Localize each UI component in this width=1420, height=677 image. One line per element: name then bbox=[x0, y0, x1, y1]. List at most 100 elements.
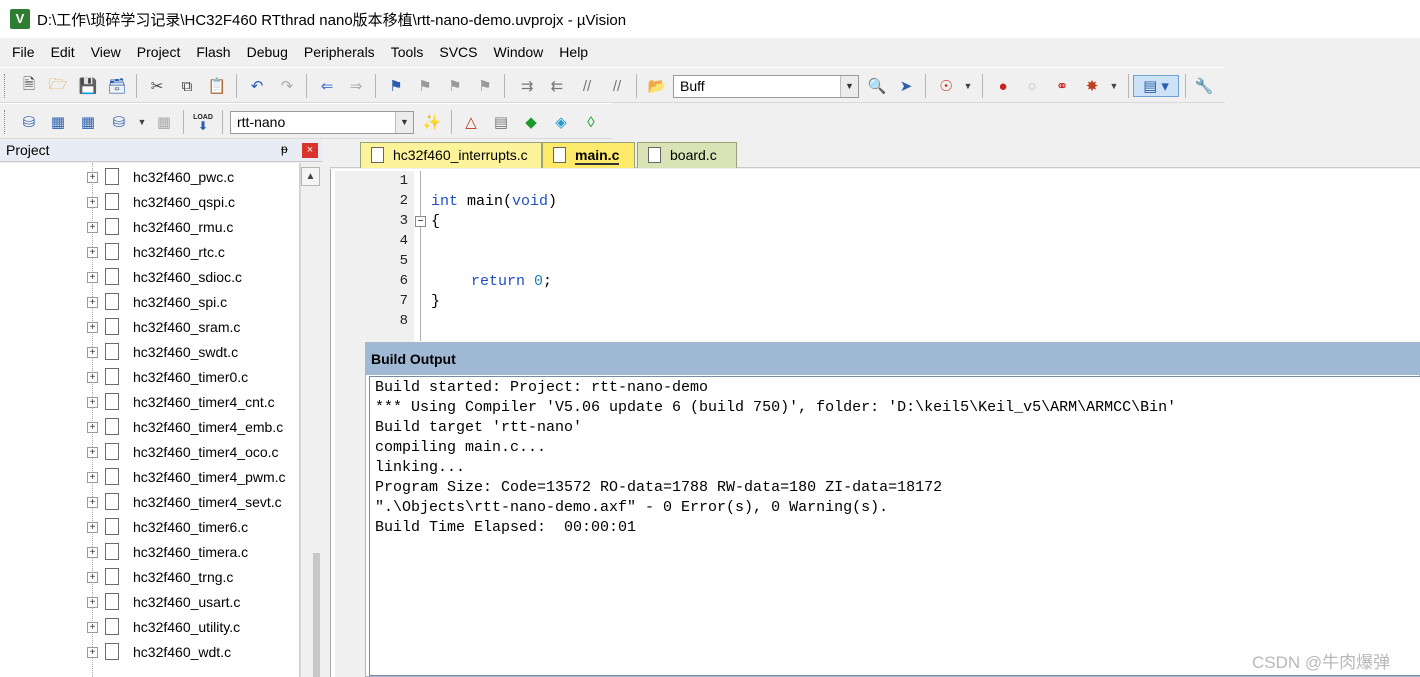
translate-icon[interactable]: ⛁ bbox=[18, 111, 40, 133]
tree-file-item[interactable]: + hc32f460_timer6.c bbox=[0, 515, 299, 540]
chevron-down-icon[interactable]: ▼ bbox=[131, 111, 153, 133]
tab-board[interactable]: board.c bbox=[637, 142, 737, 168]
expand-icon[interactable]: + bbox=[87, 247, 98, 258]
incremental-find-icon[interactable]: ➤ bbox=[895, 75, 917, 97]
manage-run-time-icon[interactable]: ◈ bbox=[550, 111, 572, 133]
prev-bookmark-icon[interactable]: ⚑ bbox=[414, 75, 436, 97]
cut-icon[interactable]: ✂ bbox=[146, 75, 168, 97]
build-output-header[interactable]: Build Output bbox=[366, 343, 1420, 375]
build-icon[interactable]: ▦ bbox=[47, 111, 69, 133]
disable-breakpoint-icon[interactable]: ○ bbox=[1021, 75, 1043, 97]
batch-build-icon[interactable]: ⛁ bbox=[108, 111, 130, 133]
expand-icon[interactable]: + bbox=[87, 647, 98, 658]
menu-project[interactable]: Project bbox=[129, 38, 189, 66]
tree-file-item[interactable]: + hc32f460_timer4_sevt.c bbox=[0, 490, 299, 515]
expand-icon[interactable]: + bbox=[87, 472, 98, 483]
indent-icon[interactable]: ⇉ bbox=[516, 75, 538, 97]
tree-file-item[interactable]: + hc32f460_spi.c bbox=[0, 290, 299, 315]
project-scrollbar[interactable]: ▲ bbox=[300, 163, 321, 677]
tree-file-item[interactable]: + hc32f460_qspi.c bbox=[0, 190, 299, 215]
expand-icon[interactable]: + bbox=[87, 547, 98, 558]
find-icon[interactable]: 🔍 bbox=[866, 75, 888, 97]
pack-installer-icon[interactable]: ◊ bbox=[580, 111, 602, 133]
expand-icon[interactable]: + bbox=[87, 197, 98, 208]
menu-peripherals[interactable]: Peripherals bbox=[296, 38, 383, 66]
chevron-down-icon[interactable]: ▼ bbox=[957, 75, 979, 97]
breakpoint-icon[interactable]: ● bbox=[992, 75, 1014, 97]
tree-file-item[interactable]: + hc32f460_timer4_oco.c bbox=[0, 440, 299, 465]
tab-hc32f460-interrupts[interactable]: hc32f460_interrupts.c bbox=[360, 142, 542, 168]
expand-icon[interactable]: + bbox=[87, 497, 98, 508]
tree-file-item[interactable]: + hc32f460_timer4_cnt.c bbox=[0, 390, 299, 415]
save-icon[interactable]: 💾 bbox=[77, 75, 99, 97]
menu-flash[interactable]: Flash bbox=[188, 38, 238, 66]
tree-file-item[interactable]: + hc32f460_utility.c bbox=[0, 615, 299, 640]
tree-file-item[interactable]: + hc32f460_trng.c bbox=[0, 565, 299, 590]
manage-components-icon[interactable]: △ bbox=[460, 111, 482, 133]
expand-icon[interactable]: + bbox=[87, 172, 98, 183]
file-extensions-icon[interactable]: ▤ bbox=[490, 111, 512, 133]
tree-file-item[interactable]: + hc32f460_rmu.c bbox=[0, 215, 299, 240]
kill-breakpoints-icon[interactable]: ✸ bbox=[1081, 75, 1103, 97]
save-all-icon[interactable]: 🗃 bbox=[106, 75, 128, 97]
debug-session-icon[interactable]: ☉ bbox=[935, 75, 957, 97]
comment-icon[interactable]: // bbox=[576, 75, 598, 97]
expand-icon[interactable]: + bbox=[87, 272, 98, 283]
target-select[interactable]: rtt-nano ▼ bbox=[230, 111, 414, 134]
expand-icon[interactable]: + bbox=[87, 597, 98, 608]
undo-icon[interactable]: ↶ bbox=[246, 75, 268, 97]
chevron-down-icon[interactable]: ▼ bbox=[840, 76, 858, 97]
toolbar-grip[interactable] bbox=[4, 110, 7, 134]
tree-file-item[interactable]: + hc32f460_wdt.c bbox=[0, 640, 299, 665]
redo-icon[interactable]: ↷ bbox=[276, 75, 298, 97]
close-icon[interactable]: × bbox=[302, 143, 318, 158]
new-file-icon[interactable]: 🗎 bbox=[18, 75, 40, 97]
clear-bookmarks-icon[interactable]: ⚑ bbox=[474, 75, 496, 97]
expand-icon[interactable]: + bbox=[87, 522, 98, 533]
select-software-packs-icon[interactable]: ◆ bbox=[520, 111, 542, 133]
scroll-up-icon[interactable]: ▲ bbox=[301, 167, 320, 186]
build-output-text[interactable]: Build started: Project: rtt-nano-demo **… bbox=[369, 376, 1420, 676]
menu-file[interactable]: File bbox=[4, 38, 43, 66]
menu-help[interactable]: Help bbox=[551, 38, 596, 66]
tree-file-item[interactable]: + hc32f460_timer0.c bbox=[0, 365, 299, 390]
chevron-down-icon[interactable]: ▼ bbox=[1103, 75, 1125, 97]
stop-build-icon[interactable]: ▦ bbox=[153, 111, 175, 133]
rebuild-icon[interactable]: ▦ bbox=[77, 111, 99, 133]
tree-file-item[interactable]: + hc32f460_swdt.c bbox=[0, 340, 299, 365]
menu-debug[interactable]: Debug bbox=[239, 38, 296, 66]
collapse-icon[interactable]: − bbox=[415, 216, 426, 227]
copy-icon[interactable]: ⧉ bbox=[176, 75, 198, 97]
toolbar-grip[interactable] bbox=[4, 74, 7, 98]
tree-file-item[interactable]: + hc32f460_timera.c bbox=[0, 540, 299, 565]
expand-icon[interactable]: + bbox=[87, 572, 98, 583]
target-options-icon[interactable]: ✨ bbox=[421, 111, 443, 133]
menu-window[interactable]: Window bbox=[486, 38, 552, 66]
tree-file-item[interactable]: + hc32f460_pwc.c bbox=[0, 165, 299, 190]
open-folder-icon[interactable]: 🗁 bbox=[47, 75, 69, 97]
tree-file-item[interactable]: + hc32f460_timer4_pwm.c bbox=[0, 465, 299, 490]
tab-main[interactable]: main.c bbox=[542, 142, 635, 168]
expand-icon[interactable]: + bbox=[87, 297, 98, 308]
paste-icon[interactable]: 📋 bbox=[206, 75, 228, 97]
menu-view[interactable]: View bbox=[83, 38, 129, 66]
tree-file-item[interactable]: + hc32f460_sram.c bbox=[0, 315, 299, 340]
tree-file-item[interactable]: + hc32f460_timer4_emb.c bbox=[0, 415, 299, 440]
pin-icon[interactable]: ᵽ bbox=[281, 142, 288, 156]
expand-icon[interactable]: + bbox=[87, 447, 98, 458]
menu-svcs[interactable]: SVCS bbox=[431, 38, 485, 66]
uncomment-icon[interactable]: // bbox=[606, 75, 628, 97]
nav-forward-icon[interactable]: ⇒ bbox=[345, 75, 367, 97]
project-tree[interactable]: + hc32f460_pwc.c + hc32f460_qspi.c + hc32f4… bbox=[0, 163, 300, 677]
find-in-files-icon[interactable]: 📂 bbox=[646, 75, 668, 97]
unindent-icon[interactable]: ⇇ bbox=[546, 75, 568, 97]
window-layout-icon[interactable]: ▤ ▾ bbox=[1133, 75, 1179, 97]
expand-icon[interactable]: + bbox=[87, 222, 98, 233]
expand-icon[interactable]: + bbox=[87, 322, 98, 333]
scroll-thumb[interactable] bbox=[313, 553, 320, 677]
wrench-icon[interactable]: 🔧 bbox=[1193, 75, 1215, 97]
find-combo[interactable]: Buff ▼ bbox=[673, 75, 859, 98]
expand-icon[interactable]: + bbox=[87, 397, 98, 408]
download-button[interactable]: LOAD ⬇ bbox=[192, 111, 214, 133]
tree-file-item[interactable]: + hc32f460_sdioc.c bbox=[0, 265, 299, 290]
